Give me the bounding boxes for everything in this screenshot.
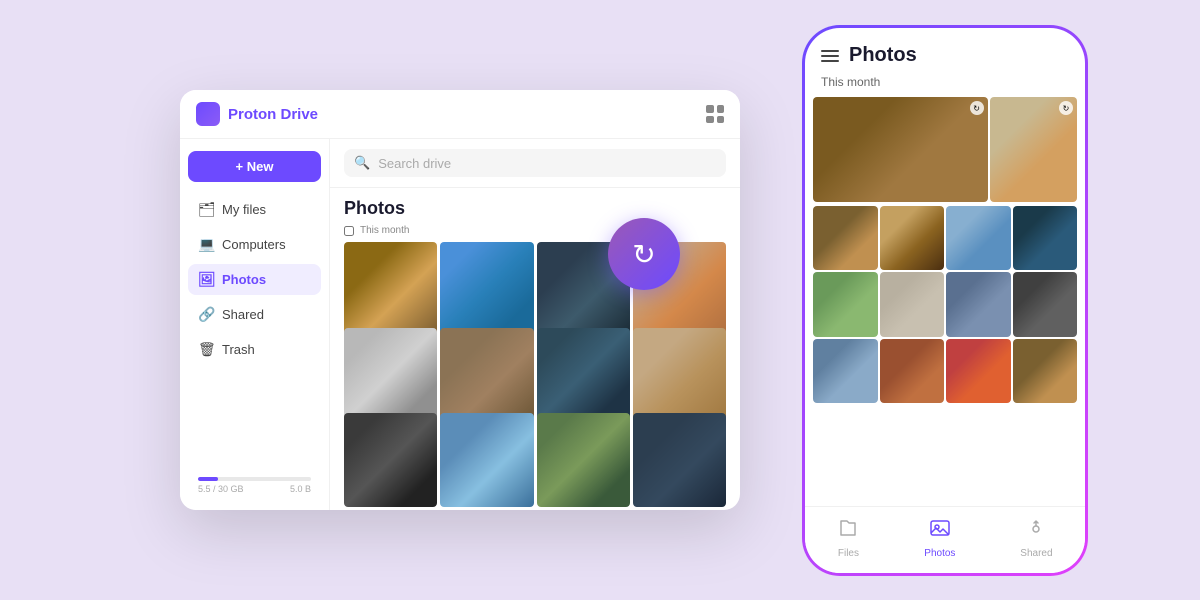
- nav-shared-label: Shared: [1020, 548, 1052, 559]
- phone: Photos This month ↻ ↻: [805, 28, 1085, 573]
- nav-photos-label: Photos: [924, 548, 955, 559]
- phone-photo-wide-1[interactable]: ↻: [813, 97, 988, 202]
- photos-page-title: Photos: [330, 188, 740, 225]
- photo-cell-8[interactable]: [633, 328, 726, 421]
- photo-cell-11[interactable]: [537, 413, 630, 506]
- phone-bottom-nav: Files Photos: [805, 506, 1085, 573]
- photo-cell-1[interactable]: [344, 242, 437, 335]
- sidebar-item-label-computers: Computers: [222, 237, 286, 252]
- nav-files-icon: [837, 517, 859, 545]
- logo-drive: Drive: [281, 106, 319, 123]
- computers-icon: 💻: [198, 236, 214, 253]
- photo-cell-10[interactable]: [440, 413, 533, 506]
- desktop-body: + New 🗂 My files 💻 Computers 🖼 Photos 🔗 …: [180, 139, 740, 510]
- phone-header: Photos: [805, 28, 1085, 75]
- phone-photo-5[interactable]: [1013, 206, 1078, 271]
- phone-photo-3[interactable]: [880, 206, 945, 271]
- phone-photo-8[interactable]: [946, 272, 1011, 337]
- photo-cell-6[interactable]: [440, 328, 533, 421]
- sync-icon: ↻: [632, 238, 655, 271]
- phone-photo-row-1: ↻ ↻: [805, 97, 1085, 202]
- nav-shared-icon: [1025, 517, 1047, 545]
- phone-photo-13[interactable]: [1013, 339, 1078, 404]
- phone-photo-6[interactable]: [813, 272, 878, 337]
- phone-photo-row-2: [805, 206, 1085, 271]
- nav-item-files[interactable]: Files: [837, 517, 859, 559]
- photo-cell-9[interactable]: [344, 413, 437, 506]
- storage-bar-fill: [198, 477, 218, 481]
- storage-used-label: 5.5 / 30 GB: [198, 484, 244, 494]
- nav-photos-icon: [929, 517, 951, 545]
- phone-photo-1[interactable]: ↻: [990, 97, 1077, 202]
- nav-item-shared[interactable]: Shared: [1020, 517, 1052, 559]
- main-content: 🔍 Search drive Photos This month: [330, 139, 740, 510]
- photo-cell-12[interactable]: [633, 413, 726, 506]
- logo-icon: [196, 102, 220, 126]
- storage-labels: 5.5 / 30 GB 5.0 B: [198, 484, 311, 494]
- search-icon: 🔍: [354, 155, 370, 171]
- photo-cell-7[interactable]: [537, 328, 630, 421]
- sidebar-item-label-shared: Shared: [222, 307, 264, 322]
- this-month-checkbox[interactable]: [344, 226, 354, 236]
- nav-files-label: Files: [838, 548, 859, 559]
- sidebar-item-label-my-files: My files: [222, 202, 266, 217]
- this-month-text: This month: [360, 225, 409, 236]
- desktop-header: Proton Drive: [180, 90, 740, 139]
- sidebar-item-label-photos: Photos: [222, 272, 266, 287]
- logo-proton: Proton: [228, 106, 276, 123]
- phone-border: Photos This month ↻ ↻: [802, 25, 1088, 576]
- photo-cell-5[interactable]: [344, 328, 437, 421]
- phone-photo-11[interactable]: [880, 339, 945, 404]
- storage-total-label: 5.0 B: [290, 484, 311, 494]
- sidebar-item-shared[interactable]: 🔗 Shared: [188, 299, 321, 330]
- my-files-icon: 🗂: [198, 201, 214, 218]
- desktop-window: Proton Drive + New 🗂 My files 💻 Computer…: [180, 90, 740, 510]
- phone-photo-7[interactable]: [880, 272, 945, 337]
- search-area: 🔍 Search drive: [330, 139, 740, 188]
- sidebar: + New 🗂 My files 💻 Computers 🖼 Photos 🔗 …: [180, 139, 330, 510]
- refresh-dot-1: ↻: [970, 101, 984, 115]
- scene: Proton Drive + New 🗂 My files 💻 Computer…: [0, 0, 1200, 600]
- search-placeholder: Search drive: [378, 156, 451, 171]
- nav-item-photos[interactable]: Photos: [924, 517, 955, 559]
- sidebar-item-photos[interactable]: 🖼 Photos: [188, 264, 321, 295]
- sidebar-item-trash[interactable]: 🗑 Trash: [188, 334, 321, 365]
- photo-cell-2[interactable]: [440, 242, 533, 335]
- phone-photo-row-3: [805, 272, 1085, 337]
- phone-photo-9[interactable]: [1013, 272, 1078, 337]
- phone-photos-title: Photos: [849, 44, 917, 67]
- sidebar-item-computers[interactable]: 💻 Computers: [188, 229, 321, 260]
- storage-bar-track: [198, 477, 311, 481]
- storage-bar: 5.5 / 30 GB 5.0 B: [188, 469, 321, 498]
- phone-photo-2[interactable]: [813, 206, 878, 271]
- new-button[interactable]: + New: [188, 151, 321, 182]
- refresh-dot-2: ↻: [1059, 101, 1073, 115]
- sync-button[interactable]: ↻: [608, 218, 680, 290]
- phone-photo-12[interactable]: [946, 339, 1011, 404]
- photos-grid: [330, 242, 740, 510]
- grid-view-icon[interactable]: [706, 105, 724, 123]
- sidebar-item-my-files[interactable]: 🗂 My files: [188, 194, 321, 225]
- logo-area: Proton Drive: [196, 102, 318, 126]
- phone-photo-4[interactable]: [946, 206, 1011, 271]
- phone-photo-row-4: [805, 339, 1085, 404]
- phone-photos-section: ↻ ↻: [805, 97, 1085, 506]
- photos-icon: 🖼: [198, 271, 214, 288]
- trash-icon: 🗑: [198, 341, 214, 358]
- this-month-section: This month: [330, 225, 740, 242]
- desktop-logo-text: Proton Drive: [228, 106, 318, 123]
- phone-photo-10[interactable]: [813, 339, 878, 404]
- sidebar-item-label-trash: Trash: [222, 342, 255, 357]
- hamburger-menu-icon[interactable]: [821, 50, 839, 62]
- search-bar[interactable]: 🔍 Search drive: [344, 149, 726, 177]
- phone-month-label: This month: [805, 75, 1085, 97]
- shared-icon: 🔗: [198, 306, 214, 323]
